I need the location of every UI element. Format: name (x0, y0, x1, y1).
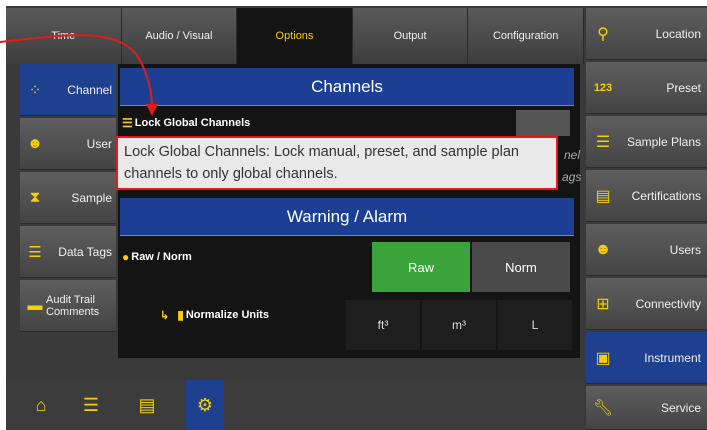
lock-global-channels-label: ☰ Lock Global Channels (122, 116, 251, 130)
sidebar-item-preset[interactable]: 123 Preset (586, 62, 707, 114)
document-icon[interactable]: ▤ (128, 380, 166, 430)
home-icon[interactable]: ⌂ (22, 380, 60, 430)
options-panel: Channels ☰ Lock Global Channels nel ags … (118, 64, 582, 358)
tab-audio-visual[interactable]: Audio / Visual (121, 8, 238, 64)
units-icon: ▮ (177, 308, 184, 322)
lock-global-channels-toggle[interactable] (516, 110, 570, 136)
warning-alarm-header: Warning / Alarm (120, 198, 574, 236)
sidebar-item-service[interactable]: 🔧︎ Service (586, 386, 707, 430)
sidebar-item-label: User (86, 136, 112, 151)
instrument-icon: ▣ (595, 349, 611, 367)
sidebar-item-label: Connectivity (635, 296, 701, 311)
hourglass-icon: ⧗ (29, 189, 41, 206)
norm-button[interactable]: Norm (472, 242, 570, 292)
sidebar-item-certifications[interactable]: ▤ Certifications (586, 170, 707, 222)
sidebar-item-audit-trail-comments[interactable]: ▬ Audit Trail Comments (20, 280, 116, 332)
channels-header: Channels (120, 68, 574, 106)
tab-output[interactable]: Output (352, 8, 469, 64)
certificate-icon: ▤ (595, 187, 611, 205)
lock-list-icon: ☰ (122, 116, 133, 130)
sidebar-item-label: Instrument (644, 350, 701, 365)
sidebar-item-location[interactable]: ⚲ Location (586, 8, 707, 60)
sidebar-item-sample[interactable]: ⧗ Sample (20, 172, 116, 224)
sidebar-item-label: Channel (67, 82, 112, 97)
sidebar-item-label: Service (660, 400, 701, 415)
sidebar-item-label: Users (669, 242, 701, 257)
tags-text-fragment: ags (562, 170, 582, 184)
sidebar-item-data-tags[interactable]: ☰ Data Tags (20, 226, 116, 278)
gear-icon[interactable]: ⚙ (186, 380, 224, 430)
wrench-icon: 🔧︎ (592, 399, 614, 417)
top-tab-bar: Time Audio / Visual Options Output Confi… (6, 8, 584, 64)
normalize-units-label: ↳ ▮ Normalize Units (160, 308, 269, 322)
bottom-nav-bar: ⌂ ☰ ▤ ⚙ (6, 380, 584, 430)
preset-123-icon: 123 (593, 81, 613, 94)
sidebar-item-sample-plans[interactable]: ☰ Sample Plans (586, 116, 707, 168)
sidebar-item-channel[interactable]: ⁘ Channel (20, 64, 116, 116)
list-lines-icon: ☰ (595, 133, 611, 151)
sidebar-item-instrument[interactable]: ▣ Instrument (586, 332, 707, 384)
list-icon[interactable]: ☰ (72, 380, 110, 430)
sidebar-item-connectivity[interactable]: ⊞ Connectivity (586, 278, 707, 330)
tab-options[interactable]: Options (237, 8, 353, 64)
sidebar-item-label: Audit Trail Comments (46, 293, 100, 318)
sidebar-item-label: Location (655, 26, 701, 41)
sidebar-item-users[interactable]: ☻ Users (586, 224, 707, 276)
users-icon: ☻ (594, 240, 612, 258)
list-icon: ☰ (28, 243, 42, 261)
raw-norm-label: ● Raw / Norm (122, 250, 192, 264)
right-sidebar: ⚲ Location 123 Preset ☰ Sample Plans ▤ C… (586, 8, 707, 430)
comment-icon: ▬ (27, 297, 43, 314)
raw-norm-icon: ● (122, 250, 130, 264)
sub-arrow-icon: ↳ (160, 309, 170, 322)
sidebar-item-label: Data Tags (58, 244, 112, 259)
unit-m3-button[interactable]: m³ (422, 300, 496, 350)
network-icon: ⊞ (596, 295, 610, 313)
sidebar-item-user[interactable]: ☻ User (20, 118, 116, 170)
left-sidebar: ⁘ Channel ☻ User ⧗ Sample ☰ Data Tags ▬ … (20, 64, 116, 380)
sidebar-item-label: Certifications (631, 188, 701, 203)
sidebar-item-label: Preset (666, 80, 701, 95)
lock-global-channels-tooltip: Lock Global Channels: Lock manual, prese… (116, 136, 558, 190)
channel-text-fragment: nel (564, 148, 581, 162)
raw-button[interactable]: Raw (372, 242, 470, 292)
channel-icon: ⁘ (28, 81, 42, 99)
location-pin-icon: ⚲ (597, 25, 609, 43)
sidebar-item-label: Sample Plans (626, 134, 701, 149)
tab-time[interactable]: Time (6, 8, 122, 64)
sidebar-item-label: Sample (71, 190, 112, 205)
unit-l-button[interactable]: L (498, 300, 572, 350)
unit-ft3-button[interactable]: ft³ (346, 300, 420, 350)
user-icon: ☻ (27, 135, 43, 152)
tab-configuration[interactable]: Configuration (468, 8, 584, 64)
